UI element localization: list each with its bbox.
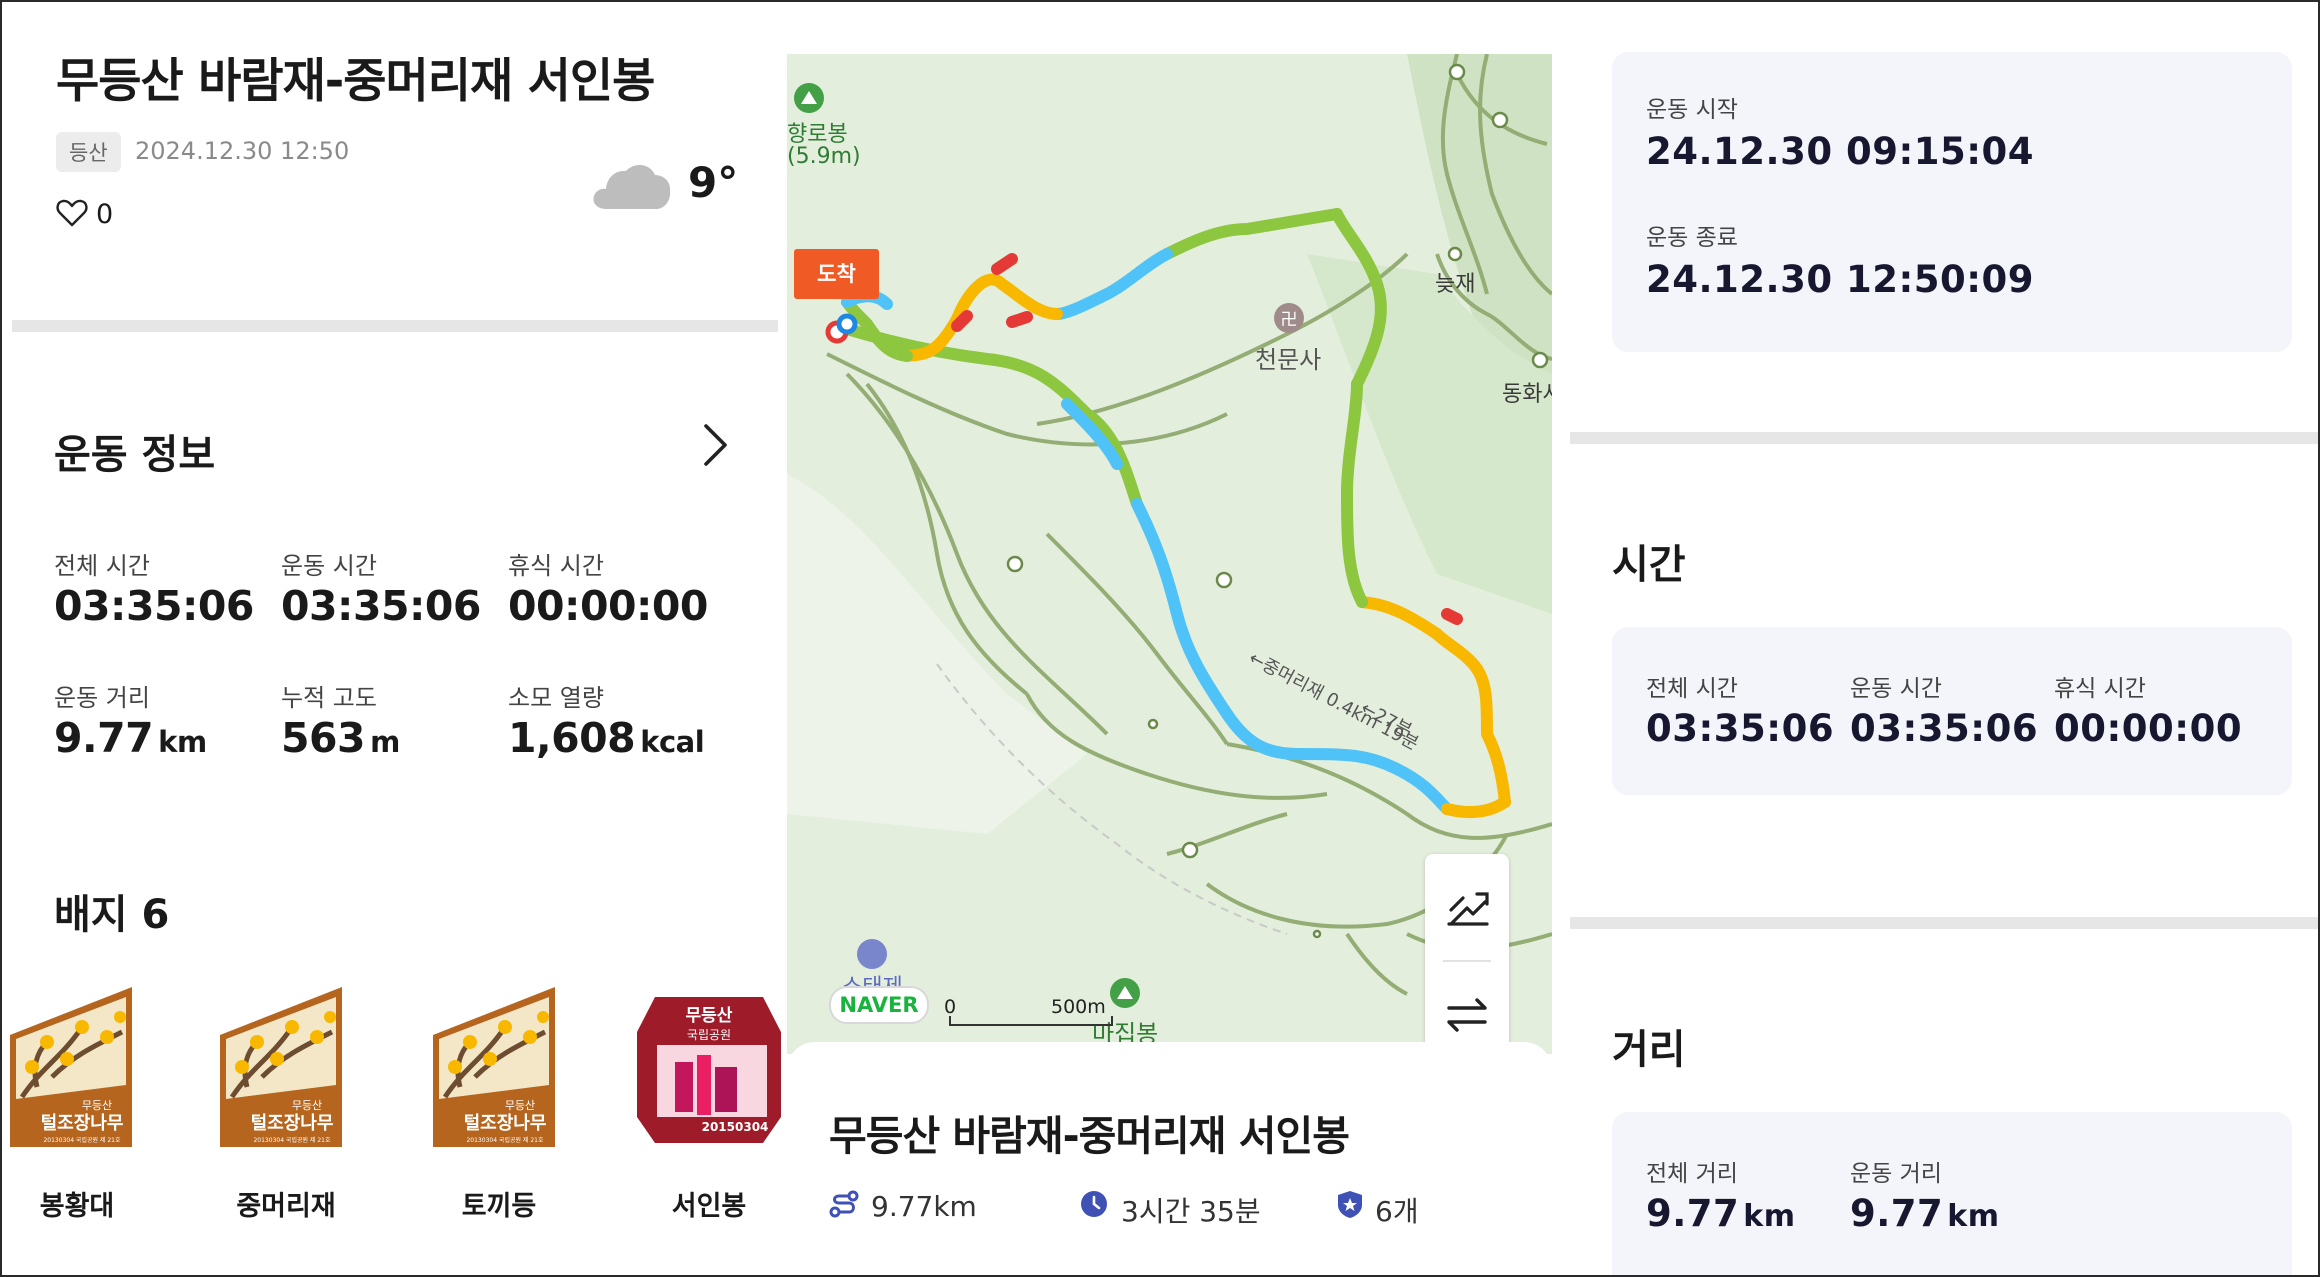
poi-donghwasa: 동화사 (1502, 382, 1552, 407)
badge-label: 봉황대 (39, 1191, 115, 1222)
svg-text:20130304 국립공원 제 21호: 20130304 국립공원 제 21호 (466, 1136, 543, 1144)
badge-tree-image[interactable]: 무등산 털조장나무 20130304 국립공원 제 21호 (425, 987, 573, 1147)
stat-value: 03:35:06 (281, 582, 481, 630)
stat-label: 운동 거리 (54, 684, 150, 712)
swap-icon[interactable] (1425, 964, 1509, 1054)
svg-text:국립공원: 국립공원 (687, 1028, 731, 1042)
stat-value: 9.77 km (1646, 1192, 1796, 1235)
temperature: 9° (688, 158, 739, 207)
controls-divider (1443, 960, 1491, 962)
badge-tree-image[interactable]: 무등산 털조장나무 20130304 국립공원 제 21호 (2, 987, 150, 1147)
svg-text:20150304: 20150304 (702, 1120, 769, 1134)
time-section-title: 시간 (1612, 542, 1686, 588)
elevation-icon[interactable] (1425, 858, 1509, 958)
start-value: 24.12.30 09:15:04 (1646, 130, 2035, 173)
section-divider (1570, 432, 2318, 444)
workout-times-card: 운동 시작 24.12.30 09:15:04 운동 종료 24.12.30 1… (1612, 52, 2292, 352)
section-divider (1570, 917, 2318, 929)
time-card: 전체 시간 03:35:06 운동 시간 03:35:06 휴식 시간 00:0… (1612, 627, 2292, 795)
scale-start: 0 (944, 996, 957, 1018)
activity-title: 무등산 바람재-중머리재 서인봉 (56, 54, 655, 109)
stat-label: 전체 시간 (54, 552, 150, 580)
stat-label: 소모 열량 (508, 684, 604, 712)
left-panel: 무등산 바람재-중머리재 서인봉 등산 2024.12.30 12:50 0 9… (10, 2, 783, 1275)
route-badge-count: 6개 (1375, 1195, 1419, 1228)
route-distance-icon (829, 1190, 859, 1218)
svg-text:무등산: 무등산 (505, 1099, 535, 1112)
route-map[interactable]: 卍 향로봉 (5.9m) 천문사 늦재 동화사 마집봉 소태제 ←중머리재 0.… (787, 54, 1552, 1054)
stat-value: 03:35:06 (1646, 707, 1835, 750)
scale-bar (949, 1016, 1113, 1026)
badges-title: 배지 6 (54, 892, 170, 938)
route-duration: 3시간 35분 (1121, 1195, 1261, 1228)
stat-value: 563 m (281, 714, 400, 762)
distance-card: 전체 거리 9.77 km 운동 거리 9.77 km (1612, 1112, 2292, 1275)
stat-value: 00:00:00 (508, 582, 708, 630)
poi-cheonmunsa: 천문사 (1255, 346, 1322, 374)
svg-text:20130304 국립공원 제 21호: 20130304 국립공원 제 21호 (43, 1136, 120, 1144)
stat-label: 휴식 시간 (2054, 676, 2146, 702)
cloud-icon (593, 165, 671, 209)
svg-text:卍: 卍 (1281, 310, 1298, 330)
stat-value: 03:35:06 (1850, 707, 2039, 750)
clock-icon (1081, 1191, 1107, 1217)
badge-label: 토끼등 (461, 1191, 537, 1222)
route-distance: 9.77km (871, 1190, 977, 1223)
poi-neutjae: 늦재 (1435, 272, 1476, 297)
like-count: 0 (96, 199, 114, 230)
stat-value: 03:35:06 (54, 582, 254, 630)
route-title: 무등산 바람재-중머리재 서인봉 (829, 1112, 1350, 1160)
end-value: 24.12.30 12:50:09 (1646, 258, 2035, 301)
workout-info-title: 운동 정보 (54, 432, 216, 478)
section-divider (12, 320, 778, 332)
map-controls (1425, 854, 1509, 1054)
svg-text:털조장나무: 털조장나무 (251, 1113, 334, 1134)
badge-tree-image[interactable]: 무등산 털조장나무 20130304 국립공원 제 21호 (212, 987, 360, 1147)
svg-text:20130304 국립공원 제 21호: 20130304 국립공원 제 21호 (253, 1136, 330, 1144)
badge-shield-icon (1338, 1191, 1362, 1218)
stat-label: 운동 거리 (1850, 1161, 1942, 1187)
badge-label: 중머리재 (236, 1191, 336, 1222)
heart-icon[interactable] (56, 198, 88, 228)
badge-label: 서인봉 (671, 1191, 747, 1222)
badge-park-image[interactable]: 무등산 국립공원 20150304 (635, 987, 783, 1147)
stat-label: 전체 거리 (1646, 1161, 1738, 1187)
arrival-marker[interactable]: 도착 (794, 249, 879, 299)
distance-section-title: 거리 (1612, 1027, 1686, 1073)
start-label: 운동 시작 (1646, 97, 1738, 123)
svg-text:털조장나무: 털조장나무 (464, 1113, 547, 1134)
end-label: 운동 종료 (1646, 225, 1738, 251)
svg-text:무등산: 무등산 (292, 1099, 322, 1112)
svg-text:무등산: 무등산 (82, 1099, 112, 1112)
stat-label: 휴식 시간 (508, 552, 604, 580)
poi-hyangrobong-elev: (5.9m) (787, 144, 861, 169)
scale-end: 500m (1051, 996, 1106, 1018)
stat-label: 운동 시간 (1850, 676, 1942, 702)
stat-label: 전체 시간 (1646, 676, 1738, 702)
naver-logo: NAVER (829, 986, 929, 1024)
activity-tag: 등산 (56, 132, 121, 172)
route-summary-card[interactable]: 무등산 바람재-중머리재 서인봉 9.77km 3시간 35분 6개 (787, 1042, 1552, 1275)
stat-value: 1,608 kcal (508, 714, 705, 762)
stat-value: 00:00:00 (2054, 707, 2243, 750)
stat-value: 9.77 km (54, 714, 207, 762)
svg-text:털조장나무: 털조장나무 (41, 1113, 124, 1134)
chevron-right-icon[interactable] (700, 422, 730, 468)
activity-datetime: 2024.12.30 12:50 (135, 137, 350, 165)
stat-value: 9.77 km (1850, 1192, 2000, 1235)
svg-text:무등산: 무등산 (686, 1006, 733, 1026)
stat-label: 운동 시간 (281, 552, 377, 580)
stat-label: 누적 고도 (281, 684, 377, 712)
app-window: 무등산 바람재-중머리재 서인봉 등산 2024.12.30 12:50 0 9… (0, 0, 2320, 1277)
